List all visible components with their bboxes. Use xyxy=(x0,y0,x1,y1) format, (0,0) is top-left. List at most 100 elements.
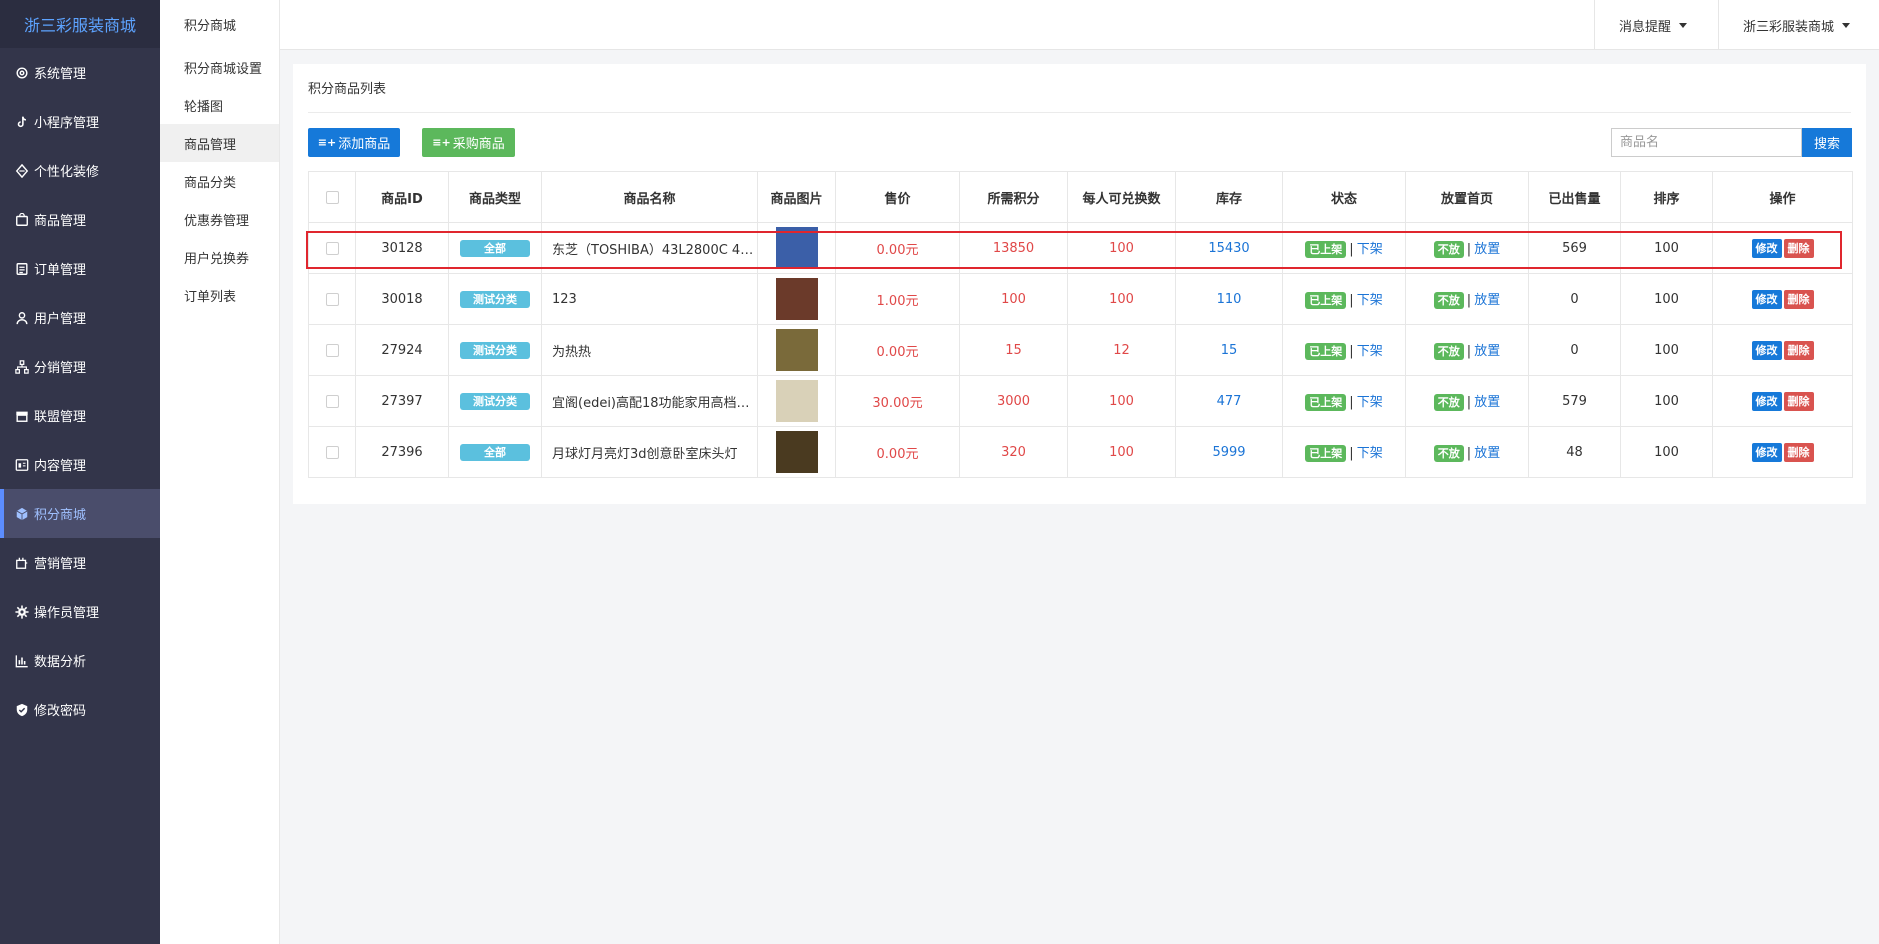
separator: | xyxy=(1466,446,1472,461)
unlist-link[interactable]: 下架 xyxy=(1357,242,1383,257)
separator: | xyxy=(1349,293,1354,308)
homepage-cell: 不放 | 放置 xyxy=(1405,375,1529,427)
search-input[interactable] xyxy=(1611,128,1802,157)
homepage-cell: 不放 | 放置 xyxy=(1405,426,1529,478)
row-checkbox[interactable] xyxy=(325,343,339,357)
diamond-icon xyxy=(14,163,30,179)
select-all-checkbox[interactable] xyxy=(325,190,339,204)
sidebar-item-8[interactable]: 内容管理 xyxy=(0,440,160,489)
sidebar-item-label: 营销管理 xyxy=(34,557,87,572)
table-row: 30018 测试分类 123 1.00元 100 100 110 已上架 | 下架 不放 | 放置 0 10… xyxy=(308,273,1853,325)
cube-icon xyxy=(14,506,30,522)
subnav-item-0[interactable]: 积分商城设置 xyxy=(160,48,279,86)
status-badge: 已上架 xyxy=(1305,292,1347,309)
status-cell: 已上架 | 下架 xyxy=(1282,375,1406,427)
separator: | xyxy=(1349,446,1354,461)
actions-cell: 修改 删除 xyxy=(1712,375,1853,427)
search-button[interactable]: 搜索 xyxy=(1802,128,1852,157)
sidebar-item-9[interactable]: 积分商城 xyxy=(0,489,160,538)
edit-button[interactable]: 修改 xyxy=(1751,391,1782,411)
subnav-item-3[interactable]: 商品分类 xyxy=(160,162,279,200)
place-homepage-link[interactable]: 放置 xyxy=(1474,293,1500,308)
sidebar-item-3[interactable]: 商品管理 xyxy=(0,195,160,244)
unlist-link[interactable]: 下架 xyxy=(1357,344,1383,359)
product-thumbnail xyxy=(775,431,818,473)
edit-button[interactable]: 修改 xyxy=(1751,442,1782,462)
add-product-button[interactable]: ≡+ 添加商品 xyxy=(308,128,400,157)
sidebar-item-7[interactable]: 联盟管理 xyxy=(0,391,160,440)
sidebar-item-1[interactable]: 小程序管理 xyxy=(0,97,160,146)
subnav-item-5[interactable]: 用户兑换券 xyxy=(160,238,279,276)
shield-icon xyxy=(14,702,30,718)
homepage-badge: 不放 xyxy=(1433,292,1464,309)
sidebar-item-11[interactable]: 操作员管理 xyxy=(0,587,160,636)
sidebar-item-2[interactable]: 个性化装修 xyxy=(0,146,160,195)
product-thumbnail xyxy=(775,329,818,371)
row-checkbox[interactable] xyxy=(325,445,339,459)
product-id: 30018 xyxy=(355,273,449,325)
separator: | xyxy=(1466,395,1472,410)
purchase-product-button[interactable]: ≡+ 采购商品 xyxy=(422,128,515,157)
sidebar-item-13[interactable]: 修改密码 xyxy=(0,685,160,734)
product-thumbnail xyxy=(775,227,818,269)
unlist-link[interactable]: 下架 xyxy=(1357,395,1383,410)
edit-button[interactable]: 修改 xyxy=(1751,289,1782,309)
store-dropdown[interactable]: 浙三彩服装商城 xyxy=(1718,0,1879,50)
unlist-link[interactable]: 下架 xyxy=(1357,446,1383,461)
subnav-item-2[interactable]: 商品管理 xyxy=(160,124,279,162)
subnav-item-6[interactable]: 订单列表 xyxy=(160,276,279,314)
delete-button[interactable]: 删除 xyxy=(1783,238,1814,258)
row-checkbox[interactable] xyxy=(325,292,339,306)
place-homepage-link[interactable]: 放置 xyxy=(1474,446,1500,461)
delete-button[interactable]: 删除 xyxy=(1783,391,1814,411)
place-homepage-link[interactable]: 放置 xyxy=(1474,395,1500,410)
delete-button[interactable]: 删除 xyxy=(1783,442,1814,462)
sidebar-item-0[interactable]: 系统管理 xyxy=(0,48,160,97)
product-type-cell: 测试分类 xyxy=(448,324,542,376)
sidebar-item-label: 订单管理 xyxy=(34,263,87,278)
homepage-badge: 不放 xyxy=(1433,343,1464,360)
subnav-item-1[interactable]: 轮播图 xyxy=(160,86,279,124)
plus-icon: ≡+ xyxy=(432,136,451,149)
product-price: 0.00元 xyxy=(835,426,960,478)
unlist-link[interactable]: 下架 xyxy=(1357,293,1383,308)
message-dropdown[interactable]: 消息提醒 xyxy=(1594,0,1718,50)
product-type-badge: 测试分类 xyxy=(460,290,530,308)
actions-cell: 修改 删除 xyxy=(1712,324,1853,376)
delete-button[interactable]: 删除 xyxy=(1783,289,1814,309)
product-per-user: 100 xyxy=(1067,375,1176,427)
product-per-user: 100 xyxy=(1067,222,1176,274)
column-header: 商品ID xyxy=(355,171,449,223)
place-homepage-link[interactable]: 放置 xyxy=(1474,344,1500,359)
store-icon xyxy=(14,408,30,424)
column-header: 排序 xyxy=(1620,171,1713,223)
sidebar-item-label: 个性化装修 xyxy=(34,165,100,180)
edit-button[interactable]: 修改 xyxy=(1751,238,1782,258)
place-homepage-link[interactable]: 放置 xyxy=(1474,242,1500,257)
sidebar-item-label: 数据分析 xyxy=(34,655,87,670)
product-points: 100 xyxy=(959,273,1068,325)
column-header: 已出售量 xyxy=(1528,171,1621,223)
product-table: 商品ID 商品类型 商品名称 商品图片 售价 所需积分 每人可兑换数 库存 状态 放置首页 已出售量… xyxy=(308,171,1853,478)
sidebar-item-4[interactable]: 订单管理 xyxy=(0,244,160,293)
row-checkbox[interactable] xyxy=(325,241,339,255)
column-header: 每人可兑换数 xyxy=(1067,171,1176,223)
row-checkbox[interactable] xyxy=(325,394,339,408)
product-name: 东芝（TOSHIBA）43L2800C 43英寸 xyxy=(541,222,758,274)
homepage-cell: 不放 | 放置 xyxy=(1405,324,1529,376)
column-header: 状态 xyxy=(1282,171,1406,223)
product-points: 320 xyxy=(959,426,1068,478)
subnav-item-4[interactable]: 优惠券管理 xyxy=(160,200,279,238)
sidebar-item-12[interactable]: 数据分析 xyxy=(0,636,160,685)
sidebar-item-5[interactable]: 用户管理 xyxy=(0,293,160,342)
separator: | xyxy=(1349,395,1354,410)
edit-button[interactable]: 修改 xyxy=(1751,340,1782,360)
delete-button[interactable]: 删除 xyxy=(1783,340,1814,360)
sidebar-item-10[interactable]: 营销管理 xyxy=(0,538,160,587)
row-select-cell xyxy=(308,375,356,427)
sidebar-item-label: 小程序管理 xyxy=(34,116,100,131)
separator: | xyxy=(1466,242,1472,257)
product-sort: 100 xyxy=(1620,375,1713,427)
sidebar-item-6[interactable]: 分销管理 xyxy=(0,342,160,391)
product-type-cell: 全部 xyxy=(448,426,542,478)
